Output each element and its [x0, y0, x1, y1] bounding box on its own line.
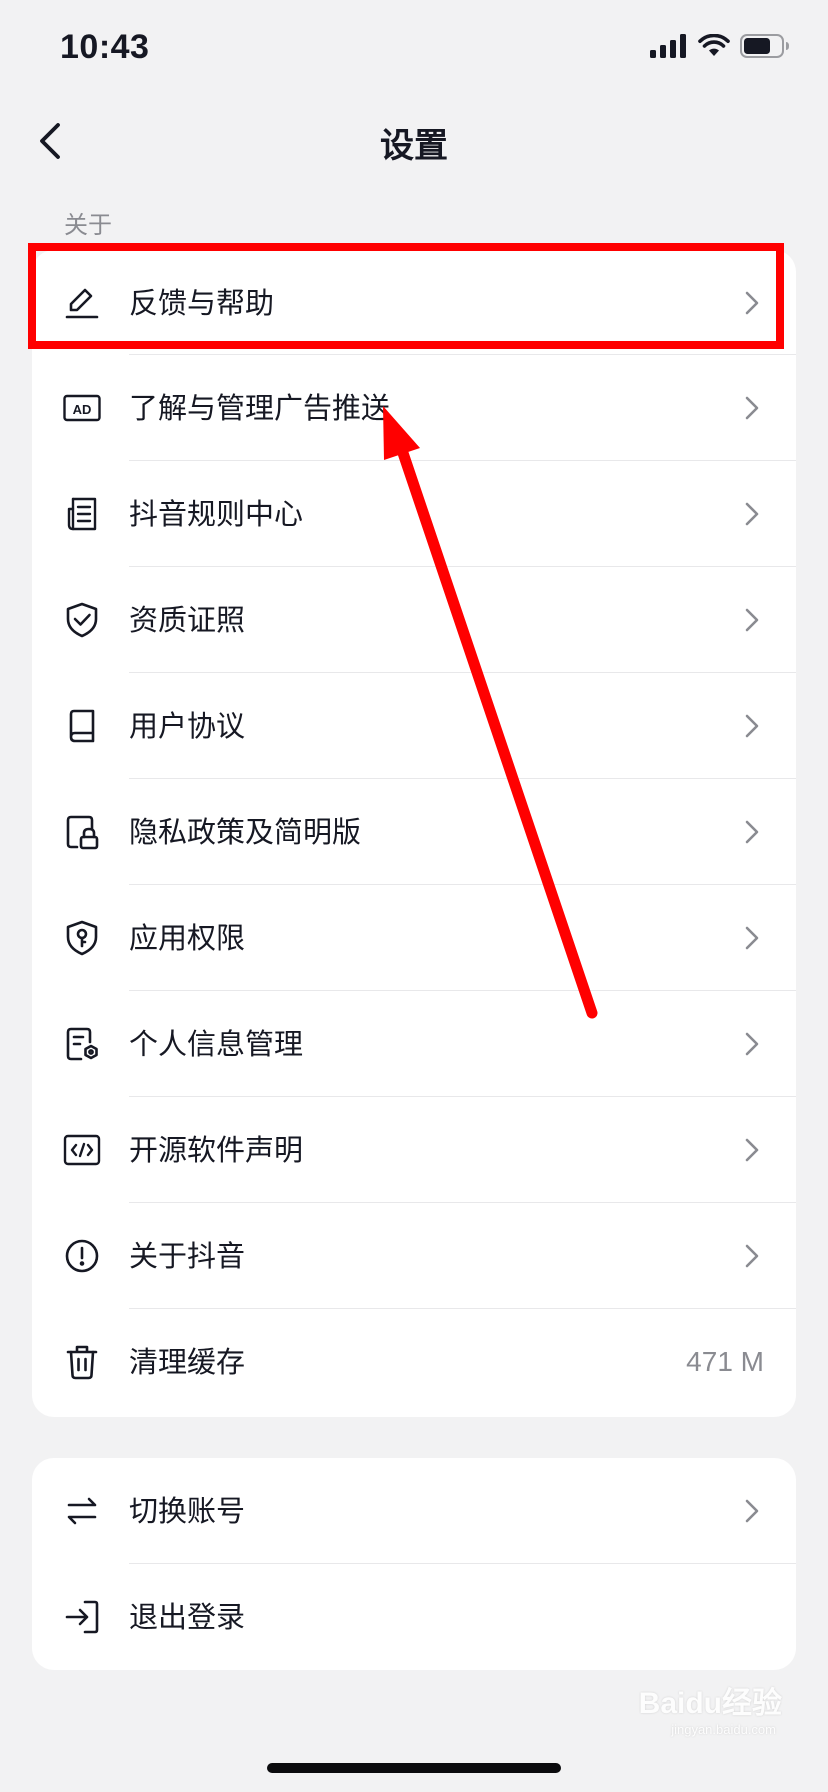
- chevron-right-icon: [745, 820, 759, 844]
- home-indicator[interactable]: [267, 1763, 561, 1773]
- row-switch-account[interactable]: 切换账号: [32, 1458, 796, 1564]
- chevron-right-icon: [745, 502, 759, 526]
- row-label: 隐私政策及简明版: [129, 815, 362, 849]
- trash-icon: [62, 1342, 102, 1382]
- row-label: 用户协议: [129, 709, 246, 743]
- chevron-right-icon: [745, 1499, 759, 1523]
- account-settings-card: 切换账号 退出登录: [32, 1458, 796, 1670]
- row-clear-cache[interactable]: 清理缓存 471 M: [32, 1309, 796, 1415]
- row-open-source[interactable]: 开源软件声明: [32, 1097, 796, 1203]
- code-icon: [62, 1130, 102, 1170]
- chevron-right-icon: [745, 714, 759, 738]
- privacy-lock-icon: [62, 812, 102, 852]
- switch-arrows-icon: [62, 1491, 102, 1531]
- row-logout[interactable]: 退出登录: [32, 1564, 796, 1670]
- page-title: 设置: [380, 126, 448, 166]
- chevron-right-icon: [745, 1032, 759, 1056]
- document-list-icon: [62, 494, 102, 534]
- watermark-url: jingyan.baidu.com: [671, 1722, 776, 1737]
- info-circle-icon: [62, 1236, 102, 1276]
- chevron-right-icon: [745, 1244, 759, 1268]
- cache-size-value: 471 M: [686, 1346, 764, 1377]
- row-label: 个人信息管理: [129, 1027, 304, 1061]
- chevron-right-icon: [745, 1138, 759, 1162]
- row-label: 关于抖音: [129, 1239, 246, 1273]
- logout-icon: [62, 1597, 102, 1637]
- wifi-icon: [698, 34, 730, 56]
- row-ad-management[interactable]: AD 了解与管理广告推送: [32, 355, 796, 461]
- row-label: 开源软件声明: [129, 1133, 304, 1167]
- row-personal-info[interactable]: 个人信息管理: [32, 991, 796, 1097]
- pencil-icon: [62, 283, 102, 323]
- row-feedback-help[interactable]: 反馈与帮助: [32, 250, 796, 355]
- signal-icon: [650, 34, 686, 58]
- chevron-right-icon: [745, 291, 759, 315]
- row-qualifications[interactable]: 资质证照: [32, 567, 796, 673]
- status-bar: 10:43: [0, 0, 828, 100]
- section-label-about: 关于: [64, 211, 112, 239]
- book-icon: [62, 706, 102, 746]
- row-user-agreement[interactable]: 用户协议: [32, 673, 796, 779]
- chevron-right-icon: [745, 926, 759, 950]
- watermark-logo: Baidu经验: [638, 1687, 782, 1720]
- row-label: 了解与管理广告推送: [129, 391, 391, 425]
- nav-bar: 设置: [0, 100, 828, 182]
- personal-info-icon: [62, 1024, 102, 1064]
- row-label: 资质证照: [129, 603, 246, 637]
- row-app-permissions[interactable]: 应用权限: [32, 885, 796, 991]
- row-label: 反馈与帮助: [129, 286, 275, 320]
- shield-check-icon: [62, 600, 102, 640]
- about-settings-card: 反馈与帮助 AD 了解与管理广告推送 抖音规则中心 资质证照 用户协议 隐私政策…: [32, 250, 796, 1417]
- row-label: 退出登录: [129, 1600, 246, 1634]
- row-label: 应用权限: [129, 921, 246, 955]
- row-label: 清理缓存: [129, 1345, 246, 1379]
- row-about-douyin[interactable]: 关于抖音: [32, 1203, 796, 1309]
- status-icons: [650, 34, 790, 58]
- row-label: 切换账号: [129, 1494, 246, 1528]
- chevron-right-icon: [745, 396, 759, 420]
- row-privacy-policy[interactable]: 隐私政策及简明版: [32, 779, 796, 885]
- ad-icon: AD: [62, 388, 102, 428]
- status-time: 10:43: [60, 28, 150, 66]
- svg-text:AD: AD: [73, 402, 92, 417]
- shield-key-icon: [62, 918, 102, 958]
- battery-icon: [740, 34, 789, 58]
- row-label: 抖音规则中心: [129, 497, 304, 531]
- chevron-right-icon: [745, 608, 759, 632]
- row-rules-center[interactable]: 抖音规则中心: [32, 461, 796, 567]
